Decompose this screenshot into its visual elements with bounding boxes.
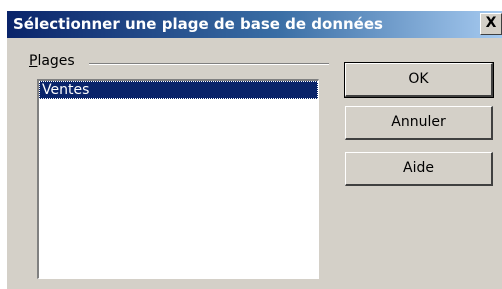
- ranges-label-text: lages: [37, 53, 75, 69]
- help-button[interactable]: Aide: [345, 152, 493, 186]
- dialog-title: Sélectionner une plage de base de donnée…: [13, 15, 383, 33]
- close-button[interactable]: X: [480, 13, 502, 35]
- ranges-listbox[interactable]: Ventes: [37, 79, 319, 279]
- ok-button[interactable]: OK: [344, 62, 494, 98]
- cancel-button[interactable]: Annuler: [345, 106, 493, 140]
- ranges-group-label: Plages: [29, 53, 79, 69]
- title-bar[interactable]: Sélectionner une plage de base de donnée…: [7, 11, 502, 38]
- group-separator: [89, 63, 329, 65]
- list-item-ventes[interactable]: Ventes: [39, 81, 318, 99]
- close-icon: X: [485, 15, 497, 31]
- database-range-dialog: Sélectionner une plage de base de donnée…: [6, 10, 502, 289]
